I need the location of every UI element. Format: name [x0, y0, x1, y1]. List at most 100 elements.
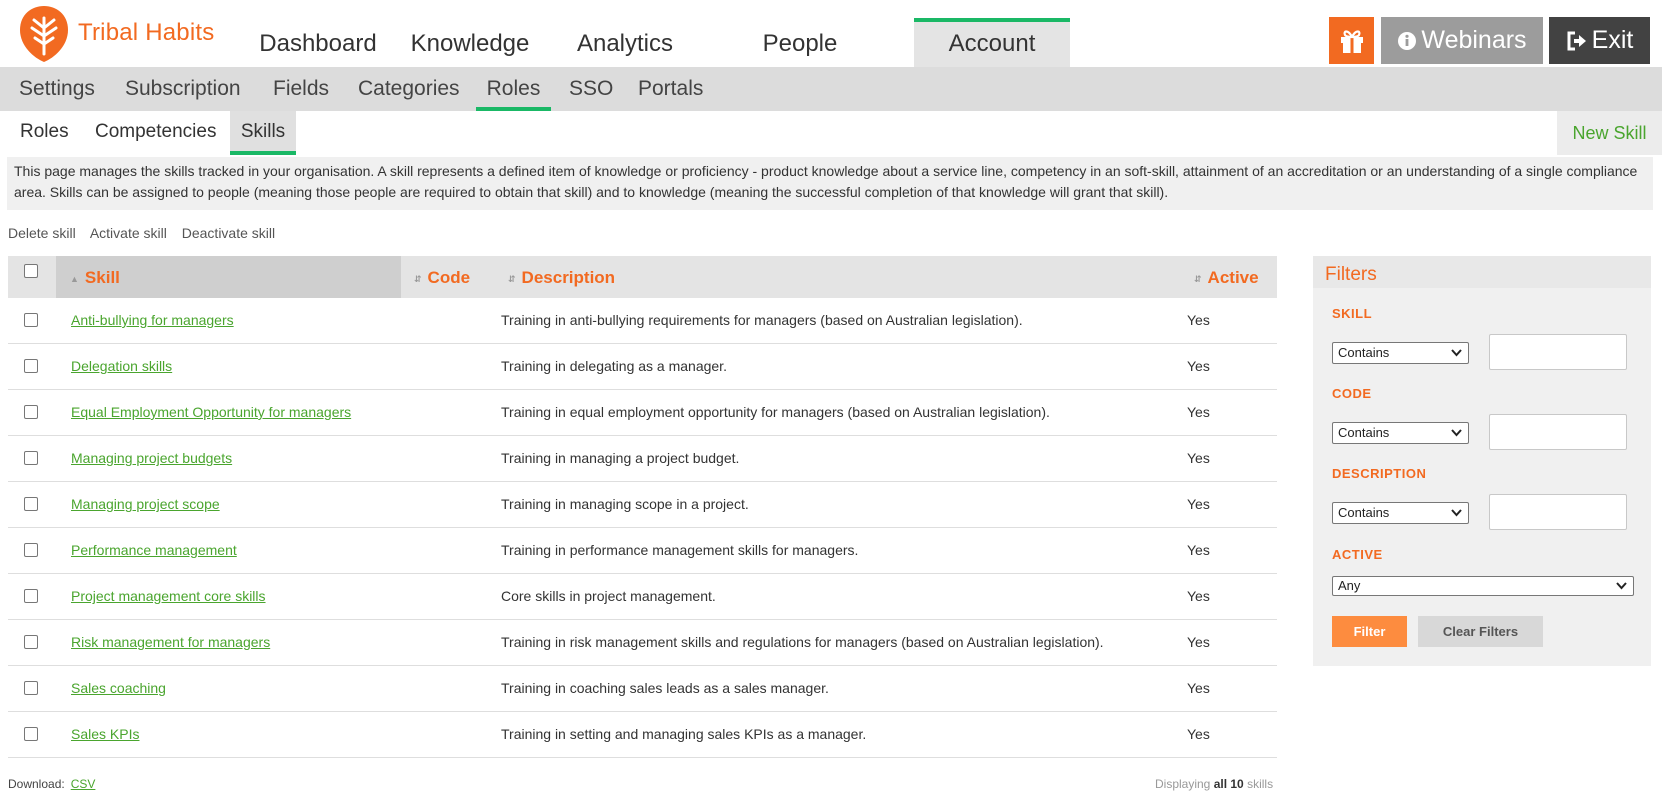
subnav-fields[interactable]: Fields — [273, 67, 329, 111]
filter-button[interactable]: Filter — [1332, 616, 1407, 647]
skill-description: Training in managing scope in a project. — [501, 496, 749, 512]
skill-active: Yes — [1187, 358, 1210, 374]
tab-skills[interactable]: Skills — [230, 111, 296, 155]
deactivate-skill-action[interactable]: Deactivate skill — [182, 225, 275, 241]
tab-roles[interactable]: Roles — [20, 111, 69, 155]
filter-active-select[interactable]: Any — [1332, 576, 1634, 596]
skills-table: ▲ Skill ⇵ Code ⇵ Description ⇵ Active Anti-b… — [8, 256, 1277, 758]
row-checkbox[interactable] — [24, 681, 38, 695]
skill-link[interactable]: Project management core skills — [71, 588, 266, 604]
table-row: Sales coaching Training in coaching sale… — [8, 666, 1277, 712]
skill-link[interactable]: Delegation skills — [71, 358, 172, 374]
row-checkbox[interactable] — [24, 359, 38, 373]
filter-skill-operator[interactable]: Contains — [1332, 342, 1469, 364]
displaying-count: all 10 — [1213, 777, 1244, 791]
skill-link[interactable]: Managing project scope — [71, 496, 220, 512]
filter-active-label: ACTIVE — [1332, 547, 1383, 562]
gift-button[interactable] — [1329, 17, 1374, 64]
table-row: Equal Employment Opportunity for manager… — [8, 390, 1277, 436]
skill-description: Training in equal employment opportunity… — [501, 404, 1050, 420]
nav-account[interactable]: Account — [914, 18, 1070, 67]
filter-skill-input[interactable] — [1489, 334, 1627, 370]
row-checkbox[interactable] — [24, 451, 38, 465]
skill-description: Training in delegating as a manager. — [501, 358, 727, 374]
column-description[interactable]: ⇵ Description — [500, 256, 1190, 298]
skill-active: Yes — [1187, 588, 1210, 604]
subnav-settings[interactable]: Settings — [19, 67, 95, 111]
nav-analytics[interactable]: Analytics — [560, 18, 690, 67]
skill-link[interactable]: Risk management for managers — [71, 634, 270, 650]
row-checkbox[interactable] — [24, 405, 38, 419]
sort-icon: ⇵ — [1194, 273, 1202, 284]
sign-out-icon — [1567, 31, 1586, 51]
row-checkbox[interactable] — [24, 543, 38, 557]
chevron-down-icon — [1451, 349, 1462, 357]
chevron-down-icon — [1451, 509, 1462, 517]
nav-knowledge[interactable]: Knowledge — [400, 18, 540, 67]
skill-link[interactable]: Managing project budgets — [71, 450, 232, 466]
subnav-roles[interactable]: Roles — [476, 67, 551, 111]
displaying-suffix: skills — [1247, 777, 1274, 791]
new-skill-button[interactable]: New Skill — [1557, 111, 1662, 155]
row-checkbox[interactable] — [24, 635, 38, 649]
nav-people[interactable]: People — [730, 18, 870, 67]
skill-description: Core skills in project management. — [501, 588, 716, 604]
select-all-checkbox[interactable] — [24, 264, 38, 278]
skill-link[interactable]: Anti-bullying for managers — [71, 312, 234, 328]
webinars-button[interactable]: Webinars — [1381, 17, 1543, 64]
gift-icon — [1340, 30, 1363, 54]
table-row: Managing project budgets Training in man… — [8, 436, 1277, 482]
row-checkbox[interactable] — [24, 497, 38, 511]
row-checkbox[interactable] — [24, 727, 38, 741]
download-label: Download: — [8, 777, 65, 791]
activate-skill-action[interactable]: Activate skill — [90, 225, 167, 241]
filter-description-operator[interactable]: Contains — [1332, 502, 1469, 524]
sort-icon: ⇵ — [508, 273, 516, 284]
skill-description: Training in anti-bullying requirements f… — [501, 312, 1023, 328]
brand-name: Tribal Habits — [78, 19, 215, 46]
table-row: Sales KPIs Training in setting and manag… — [8, 712, 1277, 758]
chevron-down-icon — [1451, 429, 1462, 437]
skill-active: Yes — [1187, 312, 1210, 328]
exit-button[interactable]: Exit — [1549, 17, 1650, 64]
subnav-categories[interactable]: Categories — [358, 67, 460, 111]
subnav-subscription[interactable]: Subscription — [125, 67, 241, 111]
skill-link[interactable]: Performance management — [71, 542, 237, 558]
record-count: Displaying all 10 skills — [1155, 777, 1273, 791]
account-subnav: Settings Subscription Fields Categories … — [0, 67, 1662, 111]
csv-download-link[interactable]: CSV — [71, 777, 96, 791]
nav-dashboard[interactable]: Dashboard — [250, 18, 386, 67]
column-description-label: Description — [521, 268, 616, 287]
row-checkbox[interactable] — [24, 589, 38, 603]
column-code[interactable]: ⇵ Code — [406, 256, 496, 298]
skill-link[interactable]: Equal Employment Opportunity for manager… — [71, 404, 351, 420]
filter-code-input[interactable] — [1489, 414, 1627, 450]
table-body: Anti-bullying for managers Training in a… — [8, 298, 1277, 758]
column-skill[interactable]: ▲ Skill — [56, 256, 401, 298]
skill-description: Training in performance management skill… — [501, 542, 859, 558]
skill-link[interactable]: Sales coaching — [71, 680, 166, 696]
filter-code-operator-value: Contains — [1338, 425, 1390, 440]
row-checkbox[interactable] — [24, 313, 38, 327]
column-active[interactable]: ⇵ Active — [1186, 256, 1276, 298]
filter-code-operator[interactable]: Contains — [1332, 422, 1469, 444]
tab-competencies[interactable]: Competencies — [95, 111, 216, 155]
table-row: Risk management for managers Training in… — [8, 620, 1277, 666]
table-row: Performance management Training in perfo… — [8, 528, 1277, 574]
clear-filters-button[interactable]: Clear Filters — [1418, 616, 1543, 647]
skill-description: Training in setting and managing sales K… — [501, 726, 867, 742]
filter-description-input[interactable] — [1489, 494, 1627, 530]
sort-icon: ⇵ — [414, 273, 422, 284]
tribal-habits-logo[interactable] — [16, 4, 72, 64]
column-skill-label: Skill — [84, 268, 120, 287]
filters-panel: Filters SKILL Contains CODE Contains DES… — [1313, 256, 1651, 666]
delete-skill-action[interactable]: Delete skill — [8, 225, 76, 241]
subnav-portals[interactable]: Portals — [638, 67, 703, 111]
subnav-sso[interactable]: SSO — [569, 67, 613, 111]
displaying-prefix: Displaying — [1155, 777, 1211, 791]
skill-link[interactable]: Sales KPIs — [71, 726, 139, 742]
roles-tabs: Roles Competencies Skills New Skill — [0, 111, 1662, 155]
skill-description: Training in managing a project budget. — [501, 450, 740, 466]
skill-active: Yes — [1187, 634, 1210, 650]
skill-description: Training in risk management skills and r… — [501, 634, 1104, 650]
